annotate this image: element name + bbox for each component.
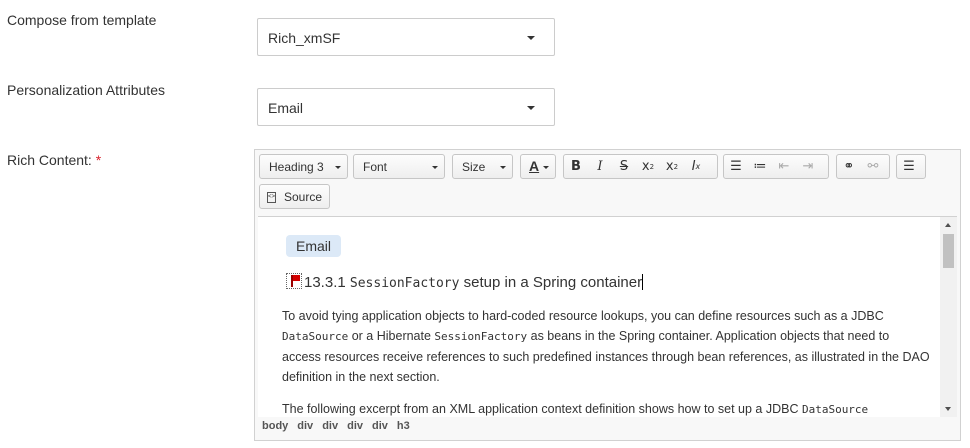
size-combo-value: Size — [462, 160, 486, 174]
para1-code-2: SessionFactory — [434, 330, 528, 343]
bulleted-list-icon[interactable]: ≔ — [748, 155, 772, 178]
caret-down-icon — [527, 106, 535, 110]
compose-template-label: Compose from template — [7, 12, 157, 28]
chevron-down-icon — [543, 166, 549, 169]
required-marker: * — [95, 152, 102, 168]
chevron-down-icon — [335, 166, 341, 169]
heading-code: SessionFactory — [349, 276, 460, 291]
para1-code-1: DataSource — [282, 330, 349, 343]
scrollbar-thumb[interactable] — [943, 234, 954, 268]
path-item[interactable]: div — [372, 420, 388, 432]
content-heading: 13.3.1 SessionFactory setup in a Spring … — [286, 273, 644, 291]
para1-text-1: To avoid tying application objects to ha… — [282, 309, 884, 323]
flag-icon — [286, 273, 302, 289]
subscript-icon[interactable]: x2 — [636, 155, 660, 178]
source-button-label: Source — [284, 190, 323, 204]
chevron-down-icon — [500, 166, 506, 169]
para1-text-2: or a Hibernate — [351, 329, 431, 343]
rich-text-editor: Heading 3 Font Size A B I S x2 x2 Ix ☰ ≔… — [254, 149, 961, 441]
link-icon[interactable]: ⚭ — [837, 155, 861, 178]
content-paragraph-1: To avoid tying application objects to ha… — [282, 306, 930, 387]
font-combo-value: Font — [363, 160, 388, 174]
caret-down-icon — [527, 36, 535, 40]
elements-path: body div div div div h3 — [262, 420, 419, 432]
format-combo[interactable]: Heading 3 — [259, 154, 348, 179]
link-group: ⚭ ⚯ — [836, 154, 890, 179]
personalization-select[interactable]: Email — [257, 88, 555, 126]
template-select-value: Rich_xmSF — [268, 30, 341, 46]
source-button[interactable]: <> Source — [259, 184, 330, 209]
horizontal-line-icon[interactable]: ☰ — [897, 155, 921, 178]
strikethrough-icon[interactable]: S — [612, 155, 636, 178]
rich-content-label-text: Rich Content: — [7, 152, 92, 168]
italic-icon[interactable]: I — [588, 155, 612, 178]
size-combo[interactable]: Size — [452, 154, 513, 179]
font-combo[interactable]: Font — [353, 154, 445, 179]
indent-icon[interactable]: ⇥ — [796, 155, 820, 178]
path-item[interactable]: div — [322, 420, 338, 432]
content-paragraph-2: The following excerpt from an XML applic… — [282, 399, 930, 417]
list-group: ☰ ≔ ⇤ ⇥ — [723, 154, 829, 179]
text-cursor — [642, 274, 644, 290]
editor-scrollbar[interactable] — [940, 216, 957, 417]
para2-text-1: The following excerpt from an XML applic… — [282, 402, 799, 416]
chevron-down-icon — [432, 166, 438, 169]
path-item[interactable]: h3 — [397, 420, 410, 432]
unlink-icon[interactable]: ⚯ — [861, 155, 885, 178]
scroll-down-arrow-icon[interactable] — [945, 407, 951, 411]
remove-format-icon[interactable]: Ix — [684, 155, 708, 178]
personalization-select-value: Email — [268, 100, 304, 116]
bold-icon[interactable]: B — [564, 155, 588, 178]
email-placeholder-pill[interactable]: Email — [286, 235, 342, 257]
outdent-icon[interactable]: ⇤ — [772, 155, 796, 178]
editor-content[interactable]: Email 13.3.1 SessionFactory setup in a S… — [258, 216, 940, 417]
superscript-icon[interactable]: x2 — [660, 155, 684, 178]
horizontal-line-group: ☰ — [896, 154, 926, 179]
text-color-icon: A — [529, 158, 540, 174]
numbered-list-icon[interactable]: ☰ — [724, 155, 748, 178]
format-combo-value: Heading 3 — [269, 160, 324, 174]
path-item[interactable]: body — [262, 420, 288, 432]
path-item[interactable]: div — [297, 420, 313, 432]
heading-number: 13.3.1 — [304, 274, 346, 291]
path-item[interactable]: div — [347, 420, 363, 432]
basic-styles-group: B I S x2 x2 Ix — [563, 154, 718, 179]
text-color-button[interactable]: A — [520, 154, 556, 179]
template-select[interactable]: Rich_xmSF — [257, 18, 555, 56]
scroll-up-arrow-icon[interactable] — [945, 223, 951, 227]
heading-text: setup in a Spring container — [463, 274, 643, 291]
rich-content-label: Rich Content: * — [7, 152, 101, 168]
para2-code-1: DataSource — [801, 403, 869, 416]
personalization-label: Personalization Attributes — [7, 82, 165, 98]
source-icon: <> — [267, 192, 276, 203]
